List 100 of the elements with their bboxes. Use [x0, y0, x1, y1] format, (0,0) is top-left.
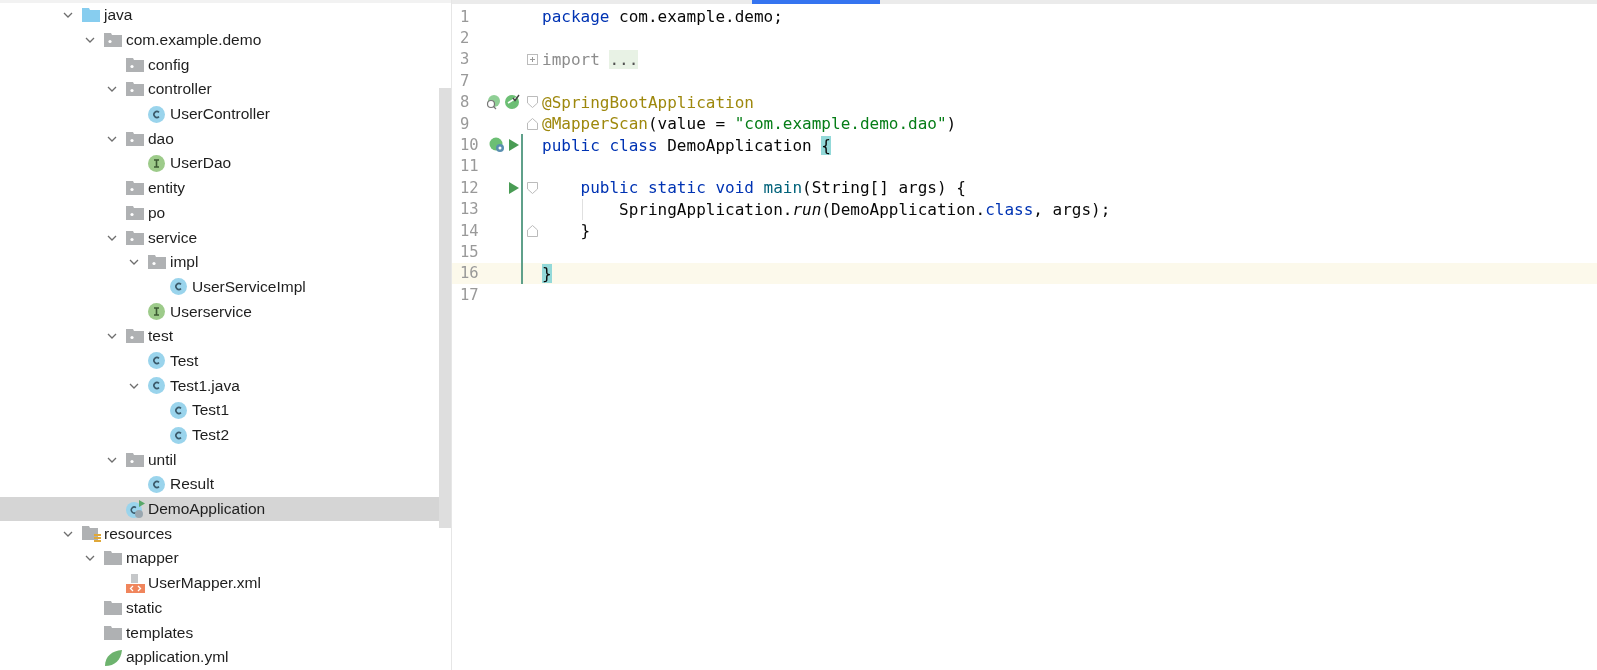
line-number: 15 [459, 243, 480, 261]
tree-item-label: service [148, 228, 198, 247]
tree-row[interactable]: test [0, 323, 439, 349]
code-text: SpringApplication.run(DemoApplication.class, args); [618, 199, 1111, 219]
line-number: 3 [459, 50, 471, 69]
code-text: } [542, 263, 552, 283]
line-number: 7 [459, 71, 471, 90]
line-number: 8 [459, 93, 471, 112]
tree-row[interactable]: entity [0, 175, 439, 201]
tree-item-label: entity [148, 179, 186, 198]
tree-row[interactable]: UserController [0, 101, 439, 127]
tree-row[interactable]: Result [0, 472, 439, 497]
class-icon [148, 475, 165, 493]
class-icon [170, 278, 187, 296]
resources-folder-icon [82, 525, 101, 543]
tree-row[interactable]: Test1 [0, 398, 439, 423]
run-icon[interactable] [508, 180, 520, 195]
tree-row[interactable]: application.yml [0, 644, 439, 670]
class-icon [148, 105, 165, 123]
tree-item-label: Userservice [170, 302, 252, 321]
interface-icon [148, 154, 165, 172]
folder-icon [104, 599, 122, 616]
tree-item-label: Test [170, 351, 199, 370]
line-number: 10 [459, 136, 480, 155]
run-icon[interactable] [508, 138, 520, 153]
tree-row[interactable]: until [0, 447, 439, 473]
interface-icon [148, 303, 165, 321]
tree-item-label: application.yml [126, 648, 229, 667]
tree-item-label: Test1.java [170, 376, 240, 395]
tree-item-label: controller [148, 80, 212, 99]
tree-item-label: templates [126, 623, 194, 642]
tree-row[interactable]: controller [0, 77, 439, 102]
package-folder-icon [126, 328, 144, 345]
code-text: public static void main(String[] args) { [579, 178, 966, 198]
tree-row[interactable]: po [0, 200, 439, 226]
line-number: 16 [459, 264, 480, 283]
tree-item-label: mapper [126, 549, 179, 568]
tree-item-label: test [148, 327, 173, 346]
expand-fold-icon[interactable] [527, 53, 538, 65]
tree-item-label: UserServiceImpl [192, 277, 306, 296]
fold-start-icon[interactable] [527, 181, 538, 194]
tree-row[interactable]: Test2 [0, 422, 439, 448]
class-icon [148, 377, 165, 395]
tree-row[interactable]: service [0, 225, 439, 250]
tree-item-label: com.example.demo [126, 31, 262, 50]
folder-icon [104, 550, 122, 567]
bean-check-icon[interactable] [504, 94, 520, 111]
tree-item-label: UserController [170, 105, 270, 124]
line-number: 14 [459, 221, 480, 240]
class-icon [170, 426, 187, 444]
tree-item-label: Result [170, 475, 214, 494]
class-icon [148, 352, 165, 370]
tree-row[interactable]: Test1.java [0, 373, 439, 398]
line-number: 11 [459, 157, 480, 176]
class-icon [170, 401, 187, 419]
package-folder-icon [126, 451, 144, 468]
tree-item-label: po [148, 203, 166, 222]
code-text: import ... [542, 49, 639, 69]
tree-row[interactable]: resources [0, 521, 439, 547]
tree-row[interactable]: UserMapper.xml [0, 570, 439, 596]
tree-item-label: static [126, 598, 163, 617]
xml-file-icon [126, 573, 145, 593]
package-folder-icon [104, 32, 122, 49]
tree-item-label: Test1 [192, 401, 230, 420]
line-number: 17 [459, 285, 480, 304]
scrollbar-thumb[interactable] [439, 88, 451, 528]
tree-row[interactable]: UserDao [0, 151, 439, 176]
tree-row[interactable]: static [0, 595, 439, 621]
package-folder-icon [148, 254, 166, 271]
code-text: } [579, 221, 591, 241]
tree-row[interactable]: java [0, 3, 439, 28]
package-folder-icon [126, 229, 144, 246]
tree-item-label: config [148, 55, 190, 74]
tree-row[interactable]: com.example.demo [0, 27, 439, 53]
code-text: @SpringBootApplication [542, 92, 754, 112]
tree-item-label: impl [170, 253, 199, 272]
package-folder-icon [126, 130, 144, 147]
line-number: 2 [459, 29, 471, 48]
tree-item-label: resources [104, 524, 173, 543]
tree-row[interactable]: templates [0, 620, 439, 645]
tree-row[interactable]: impl [0, 249, 439, 275]
tree-item-label: DemoApplication [148, 500, 266, 519]
code-text: public class DemoApplication { [542, 135, 831, 155]
tree-row[interactable]: dao [0, 126, 439, 152]
tree-row[interactable]: Userservice [0, 299, 439, 324]
folder-icon [82, 7, 100, 24]
spring-class-icon [126, 499, 145, 519]
tree-row[interactable]: mapper [0, 546, 439, 571]
tree-item-label: UserDao [170, 154, 232, 173]
tree-item-label: until [148, 450, 177, 469]
tree-row[interactable]: config [0, 52, 439, 78]
tree-row[interactable]: Test [0, 348, 439, 374]
line-number: 9 [459, 114, 471, 133]
fold-start-icon[interactable] [527, 96, 538, 109]
tree-row-selected[interactable]: DemoApplication [0, 496, 439, 522]
tree-row[interactable]: UserServiceImpl [0, 274, 439, 300]
tree-item-label: UserMapper.xml [148, 574, 261, 593]
code-text: package com.example.demo; [542, 7, 783, 27]
bean-search-icon[interactable] [485, 94, 501, 111]
spring-gear-icon[interactable] [489, 137, 505, 154]
